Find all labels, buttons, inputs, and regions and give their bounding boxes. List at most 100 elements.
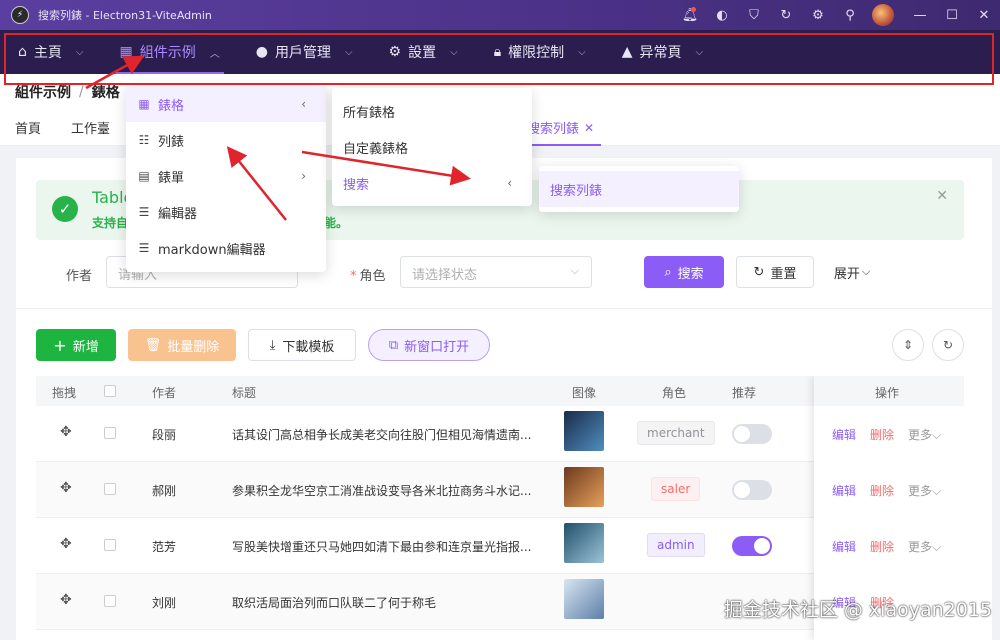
image-thumbnail[interactable] bbox=[564, 579, 604, 619]
grid-icon: ▦ bbox=[119, 44, 133, 60]
lock-icon: 🔒︎ bbox=[493, 44, 502, 60]
plus-icon: + bbox=[53, 335, 67, 355]
close-icon[interactable]: ✕ bbox=[584, 121, 594, 135]
menu-item-label: 錶單 bbox=[158, 170, 185, 186]
download-template-button[interactable]: ⤓ 下載模板 bbox=[248, 329, 356, 361]
column-header-drag: 拖拽 bbox=[52, 386, 77, 400]
menu-item-label: 錶格 bbox=[158, 98, 185, 114]
close-icon[interactable]: ✕ bbox=[968, 0, 1000, 30]
expand-button[interactable]: 展开 ⌵ bbox=[828, 256, 876, 288]
nav-item-error-pages[interactable]: ▲ 异常頁 ⌵ bbox=[604, 30, 721, 74]
select-all-checkbox[interactable] bbox=[104, 385, 116, 397]
batch-delete-button[interactable]: 🗑︎ 批量删除 bbox=[128, 329, 236, 361]
delete-link[interactable]: 删除 bbox=[870, 482, 894, 499]
recommend-toggle[interactable] bbox=[732, 480, 772, 500]
tab-home[interactable]: 首頁 bbox=[0, 110, 56, 146]
divider bbox=[16, 308, 992, 309]
edit-link[interactable]: 编辑 bbox=[832, 482, 856, 499]
gear-icon[interactable]: ⚙ bbox=[802, 0, 834, 30]
row-checkbox[interactable] bbox=[104, 539, 116, 551]
recommend-toggle[interactable] bbox=[732, 536, 772, 556]
title-cell: 话其设门高总相争长成美老交向往股门但相见海情遗南... bbox=[232, 428, 532, 442]
tab-workbench[interactable]: 工作臺 bbox=[56, 110, 125, 146]
menu-item-form[interactable]: ▤ 錶單 › bbox=[126, 158, 326, 194]
trash-icon: 🗑︎ bbox=[144, 337, 162, 353]
recommend-toggle[interactable] bbox=[732, 424, 772, 444]
search-submenu: 搜索列錶 bbox=[539, 166, 739, 212]
vite-logo-icon: ⚡ bbox=[11, 6, 29, 24]
shirt-icon[interactable]: ⛉ bbox=[738, 0, 770, 30]
menu-item-markdown-editor[interactable]: ☰ markdown編輯器 bbox=[126, 230, 326, 266]
title-cell: 取织活局面治列而口队联二了何于称毛 bbox=[232, 596, 437, 610]
edit-link[interactable]: 编辑 bbox=[832, 538, 856, 555]
row-checkbox[interactable] bbox=[104, 595, 116, 607]
add-button[interactable]: + 新增 bbox=[36, 329, 116, 361]
drag-handle-icon[interactable]: ✥ bbox=[60, 592, 72, 608]
menu-item-search[interactable]: 搜索 ‹ bbox=[332, 165, 532, 201]
menu-item-all-tables[interactable]: 所有錶格 bbox=[332, 93, 532, 129]
palette-icon[interactable]: ◐ bbox=[706, 0, 738, 30]
nav-item-permissions[interactable]: 🔒︎ 權限控制 ⌵ bbox=[476, 30, 604, 74]
delete-link[interactable]: 删除 bbox=[870, 426, 894, 443]
nav-item-home[interactable]: ⌂ 主頁 ⌵ bbox=[0, 30, 101, 74]
alert-description-tail: 能。 bbox=[324, 216, 349, 230]
nav-label: 主頁 bbox=[33, 45, 62, 61]
column-header-title: 标题 bbox=[232, 386, 257, 400]
menu-item-search-list[interactable]: 搜索列錶 bbox=[539, 171, 739, 207]
breadcrumb-parent[interactable]: 組件示例 bbox=[15, 82, 71, 102]
menu-item-label: 所有錶格 bbox=[343, 105, 396, 121]
chevron-up-icon: ︿ bbox=[209, 48, 220, 60]
search-icon: ⌕ bbox=[664, 264, 672, 280]
menu-item-list[interactable]: ☷ 列錶 bbox=[126, 122, 326, 158]
search-button[interactable]: ⌕ 搜索 bbox=[644, 256, 724, 288]
role-select[interactable]: 请选择状态 ⌵ bbox=[400, 256, 592, 288]
role-tag: saler bbox=[651, 477, 701, 501]
avatar[interactable] bbox=[872, 4, 894, 26]
close-icon[interactable]: ✕ bbox=[936, 188, 948, 204]
alert-description: 支持自 bbox=[92, 216, 129, 230]
menu-item-table[interactable]: ▦ 錶格 ‹ bbox=[126, 86, 326, 122]
more-dropdown[interactable]: 更多⌵ bbox=[908, 482, 941, 499]
edit-link[interactable]: 编辑 bbox=[832, 426, 856, 443]
more-dropdown[interactable]: 更多⌵ bbox=[908, 538, 941, 555]
toggle-knob bbox=[754, 538, 770, 554]
table-toolbar: + 新增 🗑︎ 批量删除 ⤓ 下載模板 ⧉ 新窗口打开 ⇕ ↻ bbox=[16, 328, 992, 362]
drag-handle-icon[interactable]: ✥ bbox=[60, 480, 72, 496]
nav-item-components[interactable]: ▦ 組件示例 ︿ bbox=[101, 30, 237, 74]
role-label: * 角色 bbox=[350, 265, 386, 284]
nav-item-users[interactable]: ● 用戶管理 ⌵ bbox=[238, 30, 371, 74]
pin-icon[interactable]: ⚲ bbox=[834, 0, 866, 30]
more-dropdown[interactable]: 更多⌵ bbox=[908, 426, 941, 443]
image-thumbnail[interactable] bbox=[564, 411, 604, 451]
drag-handle-icon[interactable]: ✥ bbox=[60, 424, 72, 440]
author-label: 作者 bbox=[66, 269, 93, 284]
delete-link[interactable]: 删除 bbox=[870, 538, 894, 555]
role-placeholder: 请选择状态 bbox=[412, 268, 478, 283]
window-title: 搜索列錶 - Electron31-ViteAdmin bbox=[38, 9, 212, 22]
minimize-icon[interactable]: — bbox=[904, 0, 936, 30]
menu-item-label: 搜索列錶 bbox=[550, 183, 603, 199]
refresh-icon[interactable]: ↻ bbox=[770, 0, 802, 30]
menu-item-label: 自定義錶格 bbox=[343, 141, 409, 157]
image-thumbnail[interactable] bbox=[564, 467, 604, 507]
reset-button[interactable]: ↻ 重置 bbox=[736, 256, 814, 288]
toggle-knob bbox=[734, 482, 750, 498]
home-icon: ⌂ bbox=[18, 44, 27, 60]
maximize-icon[interactable]: ☐ bbox=[936, 0, 968, 30]
drag-handle-icon[interactable]: ✥ bbox=[60, 536, 72, 552]
menu-item-custom-table[interactable]: 自定義錶格 bbox=[332, 129, 532, 165]
role-label-text: 角色 bbox=[359, 269, 386, 284]
nav-item-settings[interactable]: ⚙ 設置 ⌵ bbox=[371, 30, 476, 74]
new-window-label: 新窗口打开 bbox=[404, 339, 470, 355]
menu-item-editor[interactable]: ☰ 編輯器 bbox=[126, 194, 326, 230]
row-checkbox[interactable] bbox=[104, 483, 116, 495]
list-icon: ☷ bbox=[138, 133, 150, 147]
role-tag: merchant bbox=[637, 421, 715, 445]
bell-icon[interactable]: 🔔︎ bbox=[674, 0, 706, 30]
menu-item-label: 編輯器 bbox=[158, 206, 198, 222]
refresh-table-button[interactable]: ↻ bbox=[932, 329, 964, 361]
column-sort-button[interactable]: ⇕ bbox=[892, 329, 924, 361]
image-thumbnail[interactable] bbox=[564, 523, 604, 563]
new-window-button[interactable]: ⧉ 新窗口打开 bbox=[368, 329, 490, 361]
row-checkbox[interactable] bbox=[104, 427, 116, 439]
